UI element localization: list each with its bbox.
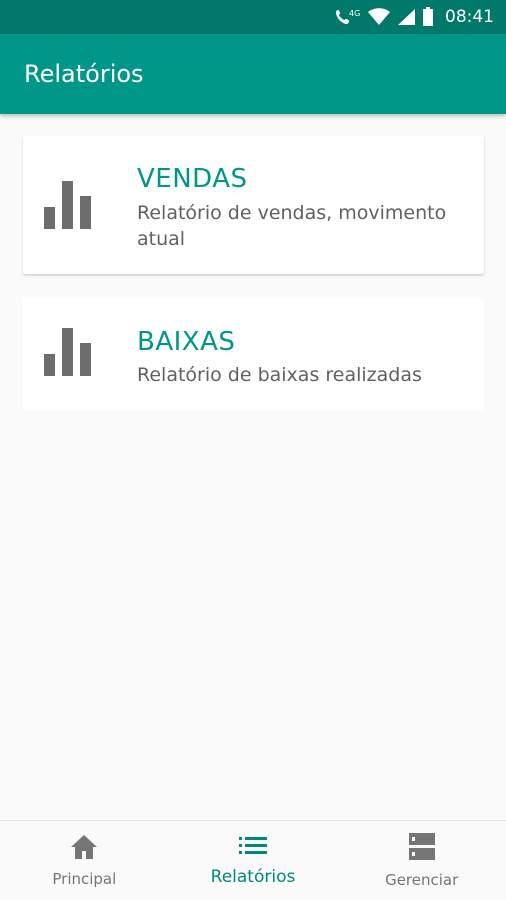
nav-label: Relatórios [210, 866, 296, 887]
wifi-icon [368, 8, 390, 26]
bottom-navigation: Principal Relatórios Gerenciar [0, 820, 506, 900]
report-card-baixas[interactable]: BAIXAS Relatório de baixas realizadas [23, 298, 484, 410]
nav-label: Principal [52, 869, 117, 888]
call-4g-icon: 4G [335, 7, 361, 27]
home-icon [70, 834, 98, 864]
app-bar: Relatórios [0, 34, 506, 114]
report-title: VENDAS [137, 164, 248, 194]
page-title: Relatórios [24, 60, 144, 88]
report-description: Relatório de baixas realizadas [137, 364, 422, 386]
bar-chart-icon [44, 181, 92, 233]
status-bar: 4G 08:41 [0, 0, 506, 34]
report-card-vendas[interactable]: VENDAS Relatório de vendas, movimento at… [23, 136, 484, 274]
nav-item-gerenciar[interactable]: Gerenciar [337, 821, 506, 900]
nav-label: Gerenciar [385, 870, 459, 889]
report-title: BAIXAS [137, 327, 236, 357]
report-description: Relatório de vendas, movimento atual [137, 202, 447, 250]
list-icon [239, 835, 267, 861]
bar-chart-icon [44, 328, 92, 380]
battery-icon [422, 7, 434, 27]
nav-item-relatorios[interactable]: Relatórios [169, 821, 338, 900]
nav-item-principal[interactable]: Principal [0, 821, 169, 900]
svg-text:4G: 4G [349, 9, 360, 18]
status-time: 08:41 [445, 7, 494, 27]
signal-icon [397, 8, 415, 26]
storage-icon [408, 832, 435, 865]
